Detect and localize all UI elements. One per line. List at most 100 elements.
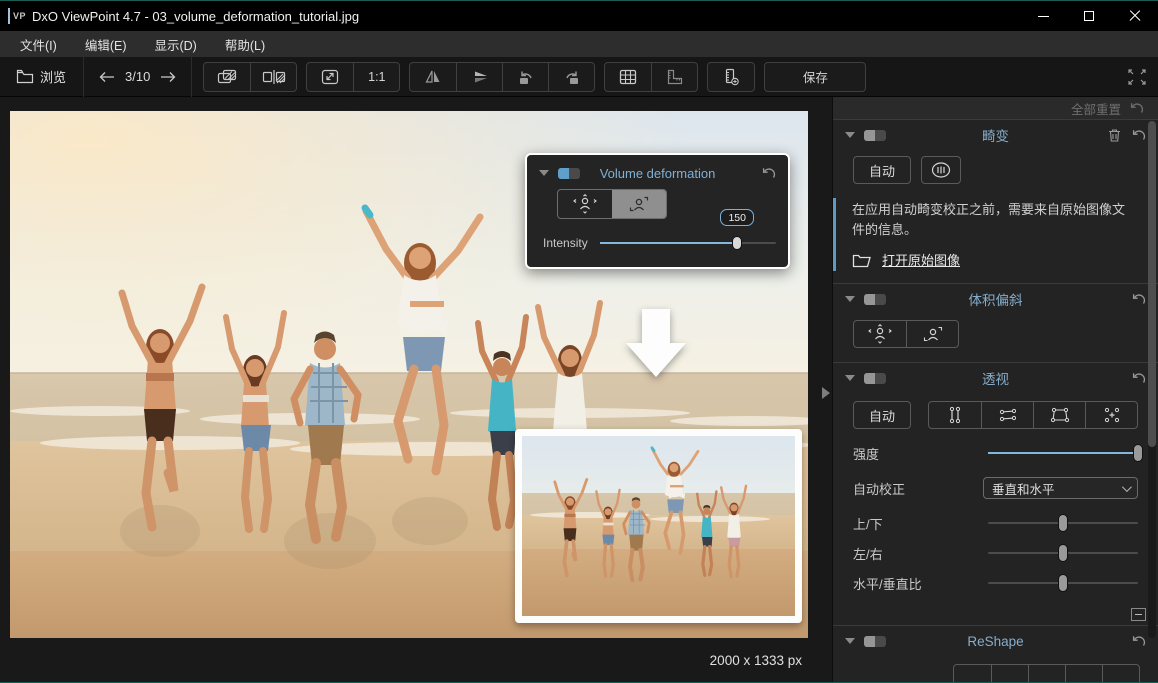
undo-icon[interactable] [1131,635,1146,648]
panel-volume-deformation: 体积偏斜 [833,283,1158,362]
reset-all-row: 全部重置 [833,97,1158,119]
ruler-settings-button[interactable] [708,63,754,91]
ruler-button[interactable] [651,63,697,91]
undo-icon[interactable] [1131,372,1146,385]
browse-button[interactable]: 浏览 [10,67,72,86]
collapse-triangle-icon[interactable] [845,375,855,381]
compare-overlay-button[interactable] [204,63,250,91]
slider-thumb[interactable] [1133,444,1143,462]
rotate-right-icon [563,69,581,85]
rotate-right-button[interactable] [548,63,594,91]
menu-edit[interactable]: 编辑(E) [71,31,141,57]
intensity-label: 强度 [853,444,983,463]
perspective-auto-button[interactable]: 自动 [853,401,911,429]
save-button[interactable]: 保存 [764,62,866,92]
open-original-image-link[interactable]: 打开原始图像 [882,250,960,269]
rectangle-points-icon [1050,406,1070,424]
volume-diagonal-button [612,190,666,218]
grid-icon [619,69,637,85]
sidebar-scrollbar[interactable] [1148,121,1156,638]
trash-icon[interactable] [1108,128,1121,142]
ruler-icon [666,69,684,85]
undo-icon[interactable] [1131,129,1146,142]
collapse-triangle-icon [539,170,549,176]
force-rectangle-button[interactable] [1033,402,1085,428]
menu-help[interactable]: 帮助(L) [211,31,279,57]
person-hv-arrows-icon [572,194,598,214]
panel-toggle-icon[interactable] [864,294,886,305]
volume-deformation-overlay-panel: Volume deformation [525,153,790,269]
reshape-tool-button[interactable] [1102,665,1139,683]
toolbar: 浏览 3/10 1:1 [0,57,1158,97]
distortion-manual-button[interactable] [921,156,961,184]
overlay-slider-thumb [732,236,742,250]
app-logo: VP [13,11,26,21]
window-title: DxO ViewPoint 4.7 - 03_volume_deformatio… [32,9,359,24]
h-v-ratio-slider [988,573,1138,593]
horizontal-parallels-icon [998,406,1018,424]
toolbar-separator [191,57,192,97]
compare-side-icon [262,69,286,85]
slider-thumb[interactable] [1058,514,1068,532]
window-controls [1020,1,1158,31]
flip-vertical-button[interactable] [456,63,502,91]
reshape-tool-button[interactable] [1065,665,1102,683]
guides-group [604,62,698,92]
compare-overlay-icon [217,69,237,85]
overlay-intensity-label: Intensity [543,236,588,250]
maximize-button[interactable] [1066,1,1112,31]
eight-points-icon [1102,406,1122,424]
menu-file[interactable]: 文件(I) [6,31,71,57]
rotate-left-button[interactable] [502,63,548,91]
person-diagonal-icon [920,324,946,344]
flip-horizontal-button[interactable] [410,63,456,91]
slider-thumb[interactable] [1058,544,1068,562]
volume-horizontal-vertical-button[interactable] [854,321,906,347]
reshape-tool-button[interactable] [1028,665,1065,683]
panel-toggle-icon[interactable] [864,373,886,384]
zoom-1-1-button[interactable]: 1:1 [353,63,399,91]
fullscreen-button[interactable] [1126,67,1148,87]
close-button[interactable] [1112,1,1158,31]
eight-points-button[interactable] [1085,402,1137,428]
distortion-auto-button[interactable]: 自动 [853,156,911,184]
force-horizontal-parallels-button[interactable] [981,402,1033,428]
collapse-triangle-icon[interactable] [845,638,855,644]
reshape-tool-button[interactable] [991,665,1028,683]
undo-icon [761,167,776,180]
next-image-icon[interactable] [160,71,176,83]
minimize-button[interactable] [1020,1,1066,31]
panel-toggle-icon[interactable] [864,636,886,647]
chevron-down-icon [1122,482,1132,492]
volume-diagonal-button[interactable] [906,321,958,347]
person-hv-arrows-icon [867,324,893,344]
collapse-triangle-icon[interactable] [845,132,855,138]
menu-view[interactable]: 显示(D) [140,31,210,57]
app-window: VP DxO ViewPoint 4.7 - 03_volume_deforma… [0,0,1158,683]
panel-distortion: 畸变 自动 在应用自动畸变校正之前，需要来自原始图像文件的信息。 [833,119,1158,283]
slider-thumb[interactable] [1058,574,1068,592]
main-area: Volume deformation [0,97,1158,683]
app-logo-bar [8,8,10,24]
minimize-icon [1038,16,1049,17]
barrel-distortion-icon [931,162,951,178]
auto-correct-dropdown[interactable]: 垂直和水平 [983,477,1138,499]
undo-icon[interactable] [1131,293,1146,306]
undo-icon[interactable] [1129,102,1144,115]
flip-vertical-icon [471,69,489,85]
previous-image-icon[interactable] [99,71,115,83]
compare-side-by-side-button[interactable] [250,63,296,91]
panel-toggle-icon[interactable] [864,130,886,141]
reset-all-button[interactable]: 全部重置 [1071,99,1121,118]
collapse-minus-button[interactable] [1131,608,1146,621]
grid-button[interactable] [605,63,651,91]
force-vertical-parallels-button[interactable] [929,402,981,428]
scrollbar-thumb[interactable] [1148,121,1156,447]
sidebar-collapse-arrow[interactable] [822,387,830,399]
vertical-parallels-icon [946,406,964,424]
compare-group [203,62,297,92]
reshape-tool-button[interactable] [954,665,991,683]
volume-mode-group [557,189,667,219]
fit-to-screen-button[interactable] [307,63,353,91]
collapse-triangle-icon[interactable] [845,296,855,302]
